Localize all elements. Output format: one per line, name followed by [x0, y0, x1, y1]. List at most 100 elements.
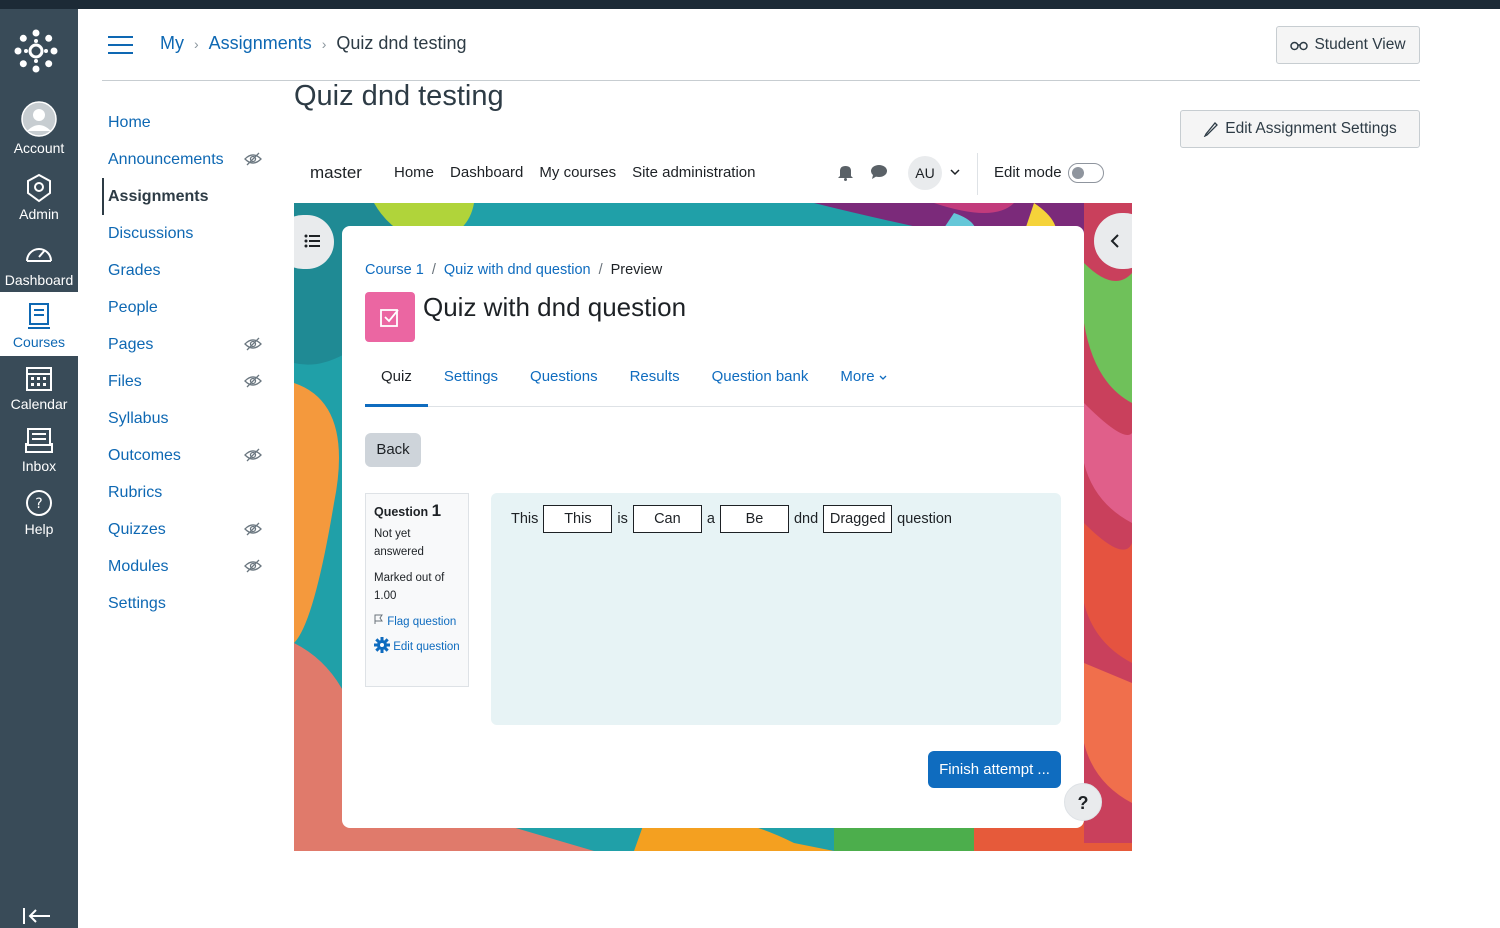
moodle-main-card: Course 1 / Quiz with dnd question / Prev…: [342, 226, 1102, 828]
gnav-dashboard-label: Dashboard: [4, 272, 74, 288]
course-nav-rubrics[interactable]: Rubrics: [102, 474, 262, 511]
moodle-breadcrumb: Course 1 / Quiz with dnd question / Prev…: [365, 262, 662, 278]
gnav-help[interactable]: ? Help: [0, 488, 78, 537]
edit-question-link[interactable]: Edit question: [374, 637, 460, 656]
hidden-eye-icon: [244, 337, 262, 351]
question-grade: Marked out of 1.00: [374, 572, 445, 602]
tab-settings[interactable]: Settings: [428, 360, 514, 406]
gnav-courses-label: Courses: [12, 334, 66, 350]
bell-icon[interactable]: [837, 163, 854, 181]
course-nav-files[interactable]: Files: [102, 363, 262, 400]
chevron-down-icon: [879, 375, 887, 380]
course-nav-assignments[interactable]: Assignments: [102, 178, 262, 215]
breadcrumb-separator-icon: ›: [194, 35, 199, 52]
collapse-nav-icon[interactable]: [22, 906, 52, 926]
course-nav-settings[interactable]: Settings: [102, 585, 262, 622]
edit-mode-label: Edit mode: [994, 164, 1062, 181]
tab-results[interactable]: Results: [614, 360, 696, 406]
help-button[interactable]: ?: [1064, 783, 1102, 821]
moodle-breadcrumb-quiz[interactable]: Quiz with dnd question: [444, 262, 591, 278]
canvas-logo-icon[interactable]: [14, 29, 58, 73]
moodle-breadcrumb-course[interactable]: Course 1: [365, 262, 424, 278]
moodle-brand[interactable]: master: [310, 163, 362, 183]
student-view-label: Student View: [1314, 36, 1406, 53]
hidden-eye-icon: [244, 448, 262, 462]
dashboard-icon: [26, 248, 52, 262]
drop-zone-2[interactable]: Can: [632, 505, 702, 533]
course-nav-quizzes[interactable]: Quizzes: [102, 511, 262, 548]
course-nav: Home Announcements Assignments Discussio…: [102, 104, 262, 622]
user-avatar[interactable]: AU: [908, 156, 942, 190]
moodle-nav-home[interactable]: Home: [394, 164, 434, 181]
moodle-nav-site-admin[interactable]: Site administration: [632, 164, 755, 181]
moodle-nav-my-courses[interactable]: My courses: [539, 164, 616, 181]
gnav-courses[interactable]: Courses: [0, 292, 78, 356]
drop-zone-1[interactable]: This: [543, 505, 613, 533]
course-nav-label: Rubrics: [108, 484, 163, 501]
breadcrumb-my[interactable]: My: [160, 33, 184, 54]
course-menu-toggle-icon[interactable]: [108, 36, 133, 54]
course-nav-discussions[interactable]: Discussions: [102, 215, 262, 252]
moodle-frame: master Home Dashboard My courses Site ad…: [294, 145, 1132, 851]
gnav-account[interactable]: Account: [0, 101, 78, 156]
moodle-nav-dashboard[interactable]: Dashboard: [450, 164, 523, 181]
drop-zone-4[interactable]: Dragged: [823, 505, 893, 533]
gnav-dashboard[interactable]: Dashboard: [0, 239, 78, 288]
course-nav-label: Files: [108, 373, 142, 390]
question-word: This: [511, 511, 539, 527]
admin-icon: [27, 173, 51, 203]
moodle-breadcrumb-current: Preview: [610, 262, 663, 278]
tab-questions[interactable]: Questions: [514, 360, 614, 406]
moodle-primary-nav: Home Dashboard My courses Site administr…: [394, 164, 756, 181]
tab-quiz[interactable]: Quiz: [365, 360, 428, 407]
edit-mode-toggle[interactable]: [1068, 163, 1104, 183]
gnav-admin[interactable]: Admin: [0, 173, 78, 222]
gnav-calendar[interactable]: Calendar: [0, 363, 78, 412]
course-nav-label: Outcomes: [108, 447, 181, 464]
chevron-left-icon: [1110, 234, 1119, 248]
course-nav-pages[interactable]: Pages: [102, 326, 262, 363]
course-nav-syllabus[interactable]: Syllabus: [102, 400, 262, 437]
edit-assignment-settings-button[interactable]: Edit Assignment Settings: [1180, 110, 1420, 148]
hidden-eye-icon: [244, 374, 262, 388]
breadcrumb-assignments[interactable]: Assignments: [209, 33, 312, 54]
finish-attempt-button[interactable]: Finish attempt ...: [928, 751, 1061, 788]
course-nav-label: Pages: [108, 336, 154, 353]
question-number: Question 1: [374, 502, 460, 521]
course-nav-announcements[interactable]: Announcements: [102, 141, 262, 178]
moodle-secondary-nav: Quiz Settings Questions Results Question…: [365, 360, 1084, 407]
chat-icon[interactable]: [870, 164, 888, 180]
quiz-title: Quiz with dnd question: [423, 292, 687, 322]
navbar-divider: [977, 153, 978, 195]
question-word: a: [706, 511, 715, 527]
course-nav-modules[interactable]: Modules: [102, 548, 262, 585]
breadcrumb-separator-icon: /: [598, 262, 603, 278]
gnav-inbox[interactable]: Inbox: [0, 425, 78, 474]
hidden-eye-icon: [244, 559, 262, 573]
course-nav-outcomes[interactable]: Outcomes: [102, 437, 262, 474]
gnav-account-label: Account: [13, 140, 65, 156]
drop-zone-3[interactable]: Be: [719, 505, 789, 533]
course-nav-label: Home: [108, 114, 151, 131]
moodle-navbar: master Home Dashboard My courses Site ad…: [294, 145, 1132, 203]
glasses-icon: [1290, 41, 1309, 51]
course-nav-label: People: [108, 299, 158, 316]
breadcrumb-current: Quiz dnd testing: [336, 33, 467, 53]
question-number-value: 1: [431, 501, 442, 520]
pencil-icon: [1204, 122, 1219, 137]
global-nav: Account Admin Dashboard Courses Calendar…: [0, 9, 78, 928]
course-nav-label: Syllabus: [108, 410, 169, 427]
back-button[interactable]: Back: [365, 433, 421, 467]
tab-more[interactable]: More: [824, 360, 902, 406]
breadcrumb: My › Assignments › Quiz dnd testing: [160, 33, 466, 54]
course-nav-home[interactable]: Home: [102, 104, 262, 141]
student-view-button[interactable]: Student View: [1276, 26, 1420, 64]
course-nav-grades[interactable]: Grades: [102, 252, 262, 289]
tab-question-bank[interactable]: Question bank: [696, 360, 825, 406]
course-nav-people[interactable]: People: [102, 289, 262, 326]
svg-text:?: ?: [35, 496, 42, 512]
top-strip: [0, 0, 1500, 9]
hidden-eye-icon: [244, 152, 262, 166]
chevron-down-icon[interactable]: [950, 168, 960, 176]
flag-question-link[interactable]: Flag question: [374, 613, 460, 631]
